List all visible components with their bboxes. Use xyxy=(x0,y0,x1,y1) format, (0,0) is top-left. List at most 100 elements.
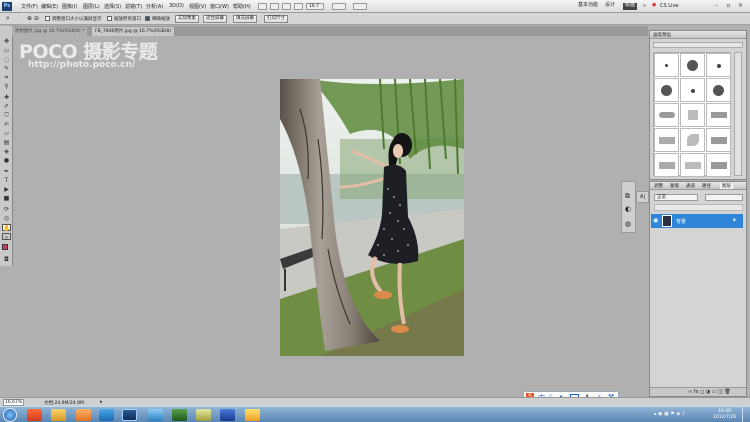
history-brush-tool-icon[interactable]: ✍ xyxy=(2,121,11,128)
taskbar-app-icon-2[interactable] xyxy=(172,409,187,421)
menu-3d[interactable]: 3D(D) xyxy=(169,3,184,9)
zoom-out-icon[interactable]: ⊖ xyxy=(34,15,39,22)
cs-live-button[interactable]: CS Live xyxy=(660,3,678,9)
menu-filter[interactable]: 滤镜(T) xyxy=(125,3,142,10)
opacity-field[interactable] xyxy=(705,194,743,201)
menu-view[interactable]: 视图(V) xyxy=(189,3,206,10)
layer-actions-icons[interactable]: ∞ fx ◻ ◑ ▭ ◫ 🗑︎ xyxy=(688,389,731,395)
minimize-icon[interactable]: – xyxy=(712,1,721,10)
tab-channels[interactable]: 通道 xyxy=(686,183,695,189)
pen-tool-icon[interactable]: ✒ xyxy=(2,168,11,175)
blur-tool-icon[interactable]: ◈ xyxy=(2,148,11,155)
lasso-tool-icon[interactable]: ◌ xyxy=(2,56,11,63)
quick-mask-icon[interactable]: ◘ xyxy=(2,256,11,263)
workspace-design[interactable]: 设计 xyxy=(603,3,617,10)
3d-rotate-tool-icon[interactable]: ⟳ xyxy=(2,206,11,213)
brush-preset[interactable] xyxy=(680,78,705,102)
brush-tool-icon[interactable]: ✐ xyxy=(2,103,11,110)
brush-preset[interactable] xyxy=(706,153,731,177)
blend-mode-select[interactable]: 正常 xyxy=(654,194,698,201)
clone-stamp-tool-icon[interactable]: ⛉ xyxy=(2,112,11,119)
bridge-icon[interactable] xyxy=(258,3,267,10)
taskbar-app-icon-3[interactable] xyxy=(196,409,211,421)
healing-tool-icon[interactable]: ✚ xyxy=(2,94,11,101)
start-button[interactable] xyxy=(3,408,17,422)
tab-layers[interactable]: 图层 xyxy=(720,183,733,189)
zoom-tool-icon[interactable]: ⌕ xyxy=(2,233,11,241)
fill-screen-button[interactable]: 填充屏幕 xyxy=(233,15,257,23)
qq-icon[interactable] xyxy=(245,409,260,421)
menu-edit[interactable]: 编辑(E) xyxy=(41,3,58,10)
media-player-icon[interactable] xyxy=(76,409,91,421)
tab-masks[interactable]: 蒙版 xyxy=(670,183,679,189)
grid-icon[interactable] xyxy=(282,3,291,10)
tab-fb7846-image[interactable]: FB_7846原片.jpg @ 16.7%(RGB/8) xyxy=(92,27,175,36)
zoom-tool-icon[interactable]: ⌕ xyxy=(6,14,10,23)
menu-analysis[interactable]: 分析(A) xyxy=(146,3,163,10)
brush-preset[interactable] xyxy=(680,103,705,127)
styles-panel-icon[interactable]: ◍ xyxy=(625,220,631,228)
workspace-painting[interactable]: 绘画 xyxy=(623,3,638,10)
menu-select[interactable]: 选择(S) xyxy=(104,3,121,10)
zoom-in-icon[interactable]: ⊕ xyxy=(27,15,32,22)
resize-windows-checkbox[interactable] xyxy=(45,16,50,21)
tab-adjustments[interactable]: 调整 xyxy=(654,183,663,189)
hand-tool-icon[interactable] xyxy=(294,3,303,10)
eraser-tool-icon[interactable]: ▱ xyxy=(2,130,11,137)
history-panel-icon[interactable]: ⧉ xyxy=(625,192,630,201)
brush-preset[interactable] xyxy=(680,153,705,177)
taskbar-app-icon[interactable] xyxy=(27,409,42,421)
menu-help[interactable]: 帮助(H) xyxy=(233,3,251,10)
brush-preset[interactable] xyxy=(654,128,679,152)
eyedropper-tool-icon[interactable]: ⚲ xyxy=(2,83,11,90)
3d-orbit-tool-icon[interactable]: ◎ xyxy=(2,215,11,222)
color-panel-icon[interactable]: ◐ xyxy=(625,205,631,213)
shape-tool-icon[interactable]: ■ xyxy=(2,195,11,202)
tray-icons[interactable]: ▴ ◉ ▣ ⚑ ◈ ♪ xyxy=(654,411,685,417)
document-photo[interactable] xyxy=(280,79,464,356)
zoom-all-windows-checkbox[interactable] xyxy=(107,16,112,21)
brush-preset[interactable] xyxy=(680,128,705,152)
marquee-tool-icon[interactable]: ▭ xyxy=(2,47,11,54)
maxthon-icon[interactable] xyxy=(99,409,114,421)
browser-icon[interactable] xyxy=(148,409,163,421)
word-icon[interactable] xyxy=(220,409,235,421)
brush-preset[interactable] xyxy=(706,103,731,127)
menu-layer[interactable]: 图层(L) xyxy=(83,3,100,10)
show-desktop-button[interactable] xyxy=(742,407,749,422)
quick-select-tool-icon[interactable]: ✎ xyxy=(2,65,11,72)
crop-tool-icon[interactable]: ⌗ xyxy=(2,74,11,81)
move-tool-icon[interactable]: ✥ xyxy=(2,38,11,45)
photoshop-taskbar-icon[interactable] xyxy=(122,409,137,421)
explorer-icon[interactable] xyxy=(51,409,66,421)
mini-bridge-icon[interactable] xyxy=(270,3,279,10)
screen-mode-icon[interactable] xyxy=(353,3,367,10)
dodge-tool-icon[interactable]: ● xyxy=(2,157,11,164)
layer-row-background[interactable]: ◉ 背景 🔒︎ xyxy=(651,214,743,228)
actual-pixels-button[interactable]: 实际像素 xyxy=(175,15,199,23)
character-panel-icon[interactable]: A| xyxy=(636,191,649,203)
hand-tool-icon[interactable]: ✋ xyxy=(2,224,11,232)
gradient-tool-icon[interactable]: ▤ xyxy=(2,139,11,146)
brush-preset[interactable] xyxy=(706,78,731,102)
workspace-more-icon[interactable]: » xyxy=(643,3,646,9)
tab-original-image[interactable]: 原始图片.jpg @ 16.7%(RGB/8) * xyxy=(12,27,88,36)
arrange-documents-icon[interactable] xyxy=(332,3,346,10)
brush-preset[interactable] xyxy=(654,103,679,127)
brush-preset[interactable] xyxy=(654,78,679,102)
menu-window[interactable]: 窗口(W) xyxy=(210,3,229,10)
workspace-essentials[interactable]: 基本功能 xyxy=(576,3,600,10)
brush-preset[interactable] xyxy=(654,153,679,177)
restore-icon[interactable]: ▫ xyxy=(724,1,733,10)
brush-preset[interactable] xyxy=(654,53,679,77)
brush-preset[interactable] xyxy=(706,128,731,152)
print-size-button[interactable]: 打印尺寸 xyxy=(264,15,288,23)
foreground-color-swatch[interactable] xyxy=(2,244,8,250)
brush-size-slider[interactable] xyxy=(653,42,743,48)
status-zoom[interactable]: 16.67% xyxy=(3,399,25,406)
path-select-tool-icon[interactable]: ▶ xyxy=(2,186,11,193)
tab-paths[interactable]: 路径 xyxy=(702,183,711,189)
menu-file[interactable]: 文件(F) xyxy=(21,3,38,10)
type-tool-icon[interactable]: T xyxy=(2,177,11,184)
brush-preset[interactable] xyxy=(706,53,731,77)
